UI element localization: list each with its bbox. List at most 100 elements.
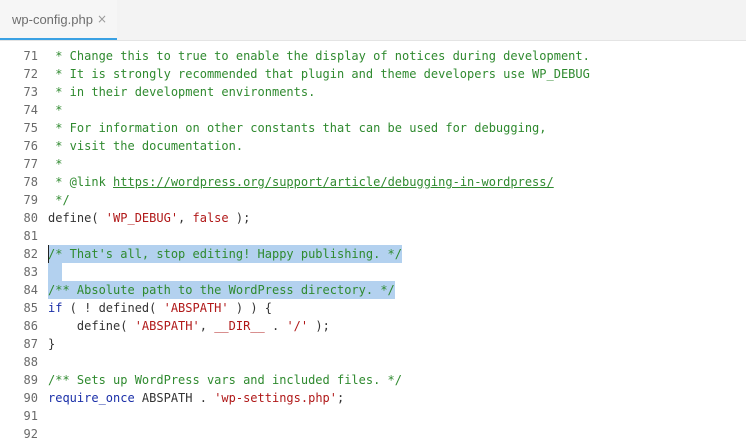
- code-text: *: [48, 155, 62, 173]
- code-token: );: [308, 319, 330, 333]
- line-number: 88: [23, 355, 38, 369]
- code-text: * For information on other constants tha…: [48, 119, 546, 137]
- code-token: 'ABSPATH': [134, 319, 200, 333]
- code-token: );: [228, 211, 251, 225]
- code-token: ;: [337, 391, 345, 405]
- code-text: if ( ! defined( 'ABSPATH' ) ) {: [48, 299, 272, 317]
- code-token: /* That's all, stop editing! Happy publi…: [48, 247, 403, 261]
- code-token: '/': [286, 319, 309, 333]
- code-token: /** Sets up WordPress vars and included …: [48, 373, 403, 387]
- code-token: 'WP_DEBUG': [105, 211, 179, 225]
- code-line[interactable]: 75 * For information on other constants …: [0, 119, 746, 137]
- line-number: 78: [23, 175, 38, 189]
- code-text: * Change this to true to enable the disp…: [48, 47, 590, 65]
- code-text: /* That's all, stop editing! Happy publi…: [48, 245, 403, 263]
- documentation-link[interactable]: https://wordpress.org/support/article/de…: [113, 175, 554, 189]
- line-number: 75: [23, 121, 38, 135]
- code-line[interactable]: 77 *: [0, 155, 746, 173]
- code-text: * visit the documentation.: [48, 137, 243, 155]
- line-number: 76: [23, 139, 38, 153]
- code-text: define( 'WP_DEBUG', false );: [48, 209, 250, 227]
- code-token: false: [192, 211, 229, 225]
- line-number: 90: [23, 391, 38, 405]
- line-number: 86: [23, 319, 38, 333]
- line-number: 81: [23, 229, 38, 243]
- line-number: 89: [23, 373, 38, 387]
- code-token: }: [48, 337, 56, 351]
- code-line[interactable]: 79 */: [0, 191, 746, 209]
- code-token: ) ) {: [228, 301, 272, 315]
- code-token: require_once: [48, 391, 135, 405]
- code-token: * It is strongly recommended that plugin…: [48, 67, 590, 81]
- code-line[interactable]: 86 define( 'ABSPATH', __DIR__ . '/' );: [0, 317, 746, 335]
- line-number: 92: [23, 427, 38, 441]
- code-text: }: [48, 335, 55, 353]
- text-cursor: [48, 245, 49, 263]
- code-token: ABSPATH .: [134, 391, 215, 405]
- code-token: * Change this to true to enable the disp…: [48, 49, 590, 63]
- code-line[interactable]: 91: [0, 407, 746, 425]
- code-line[interactable]: 89 /** Sets up WordPress vars and include…: [0, 371, 746, 389]
- code-token: * visit the documentation.: [48, 139, 244, 153]
- code-line[interactable]: 76 * visit the documentation.: [0, 137, 746, 155]
- code-line[interactable]: 92: [0, 425, 746, 443]
- code-token: ,: [178, 211, 193, 225]
- code-line[interactable]: 71 * Change this to true to enable the d…: [0, 47, 746, 65]
- code-token: 'ABSPATH': [163, 301, 229, 315]
- code-text: * @link https://wordpress.org/support/ar…: [48, 173, 554, 191]
- code-line[interactable]: 73 * in their development environments.: [0, 83, 746, 101]
- code-token: 'wp-settings.php': [214, 391, 338, 405]
- code-token: define(: [48, 319, 135, 333]
- line-number: 82: [23, 247, 38, 261]
- code-token: define(: [48, 211, 106, 225]
- code-token: ,: [199, 319, 215, 333]
- code-text: /** Sets up WordPress vars and included …: [48, 371, 402, 389]
- code-token: *: [48, 103, 63, 117]
- code-text: * It is strongly recommended that plugin…: [48, 65, 590, 83]
- code-line[interactable]: 80 define( 'WP_DEBUG', false );: [0, 209, 746, 227]
- code-token: * @link: [48, 175, 114, 189]
- code-line[interactable]: 90 require_once ABSPATH . 'wp-settings.ph…: [0, 389, 746, 407]
- code-token: ( ! defined(: [62, 301, 164, 315]
- line-number: 74: [23, 103, 38, 117]
- code-token: /** Absolute path to the WordPress direc…: [48, 283, 395, 297]
- code-token: __DIR__: [214, 319, 265, 333]
- line-number: 84: [23, 283, 38, 297]
- code-token: */: [48, 193, 70, 207]
- tab-label: wp-config.php: [12, 11, 93, 27]
- code-line[interactable]: 81: [0, 227, 746, 245]
- line-number: 80: [23, 211, 38, 225]
- code-line[interactable]: 84 /** Absolute path to the WordPress dir…: [0, 281, 746, 299]
- code-editor[interactable]: 71 * Change this to true to enable the d…: [0, 47, 746, 441]
- code-text: [48, 263, 63, 281]
- code-line[interactable]: 82 /* That's all, stop editing! Happy pub…: [0, 245, 746, 263]
- code-token: if: [48, 301, 63, 315]
- code-text: /** Absolute path to the WordPress direc…: [48, 281, 395, 299]
- line-number: 85: [23, 301, 38, 315]
- code-text: *: [48, 101, 62, 119]
- code-token: *: [48, 157, 63, 171]
- close-icon[interactable]: ×: [97, 12, 107, 26]
- code-line[interactable]: 74 *: [0, 101, 746, 119]
- line-number: 91: [23, 409, 38, 423]
- code-text: */: [48, 191, 70, 209]
- tab-wp-config[interactable]: wp-config.php ×: [0, 0, 118, 40]
- code-text: define( 'ABSPATH', __DIR__ . '/' );: [48, 317, 330, 335]
- line-number: 83: [23, 265, 38, 279]
- code-text: * in their development environments.: [48, 83, 315, 101]
- line-number: 71: [23, 49, 38, 63]
- code-line[interactable]: 87}: [0, 335, 746, 353]
- tab-bar: wp-config.php ×: [0, 0, 746, 41]
- code-line[interactable]: 83: [0, 263, 746, 281]
- code-line[interactable]: 85 if ( ! defined( 'ABSPATH' ) ) {: [0, 299, 746, 317]
- code-line[interactable]: 72 * It is strongly recommended that plu…: [0, 65, 746, 83]
- line-number: 87: [23, 337, 38, 351]
- code-token: * in their development environments.: [48, 85, 316, 99]
- line-number: 77: [23, 157, 38, 171]
- line-number: 72: [23, 67, 38, 81]
- line-number: 73: [23, 85, 38, 99]
- code-line[interactable]: 88: [0, 353, 746, 371]
- line-number: 79: [23, 193, 38, 207]
- code-line[interactable]: 78 * @link https://wordpress.org/support…: [0, 173, 746, 191]
